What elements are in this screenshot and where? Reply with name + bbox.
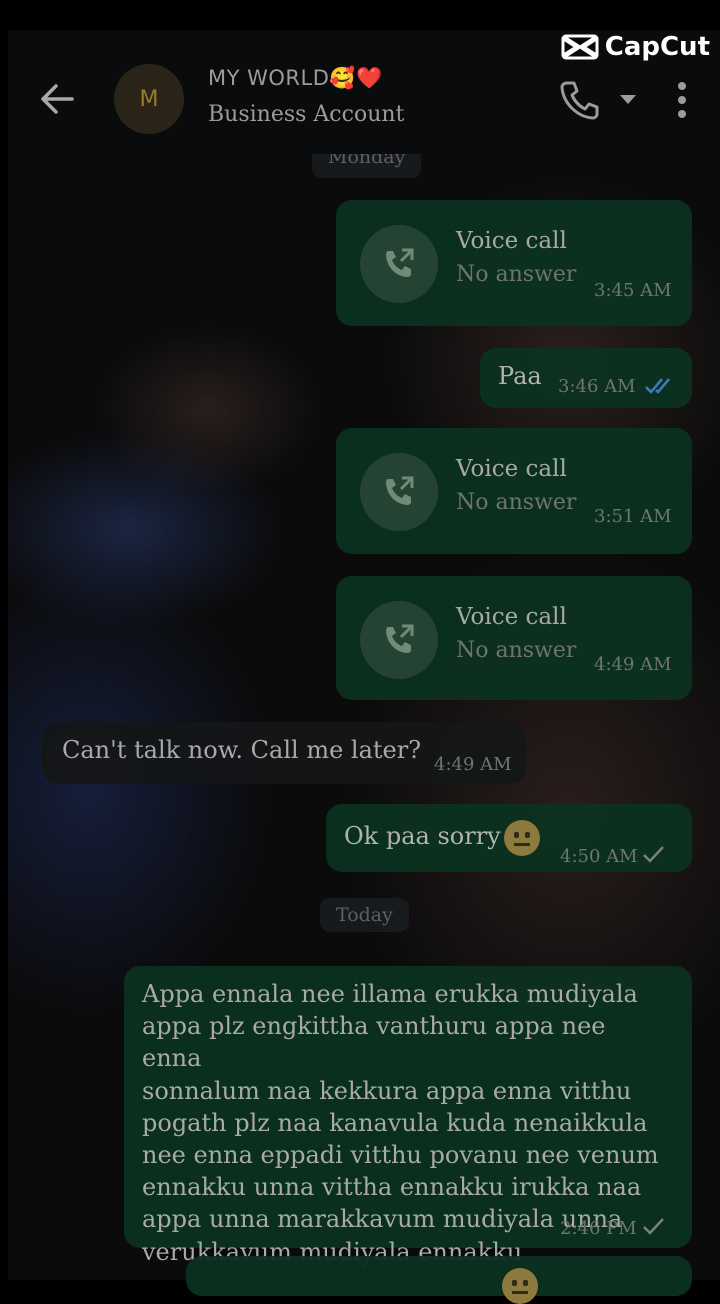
call-title: Voice call	[456, 604, 567, 630]
message-bubble-partial[interactable]	[186, 1256, 692, 1304]
message-time: 2:46 PM	[560, 1218, 637, 1239]
message-time: 3:46 AM	[558, 376, 636, 397]
message-time: 3:45 AM	[594, 280, 672, 301]
watermark-text: CapCut	[604, 32, 710, 62]
message-line: sonnalum naa kekkura appa enna vitthu	[142, 1076, 632, 1105]
back-arrow-icon[interactable]	[38, 80, 76, 118]
call-title: Voice call	[456, 228, 567, 254]
capcut-logo-icon	[561, 34, 599, 60]
message-text: Can't talk now. Call me later?	[62, 736, 422, 764]
message-line: appa plz engkittha vanthuru appa nee enn…	[142, 1012, 606, 1073]
message-bubble[interactable]: Ok paa sorry 4:50 AM	[326, 804, 692, 872]
caret-down-icon[interactable]	[618, 92, 638, 106]
date-separator-today: Today	[320, 898, 409, 932]
call-icon-circle	[360, 601, 438, 679]
message-line: pogath plz naa kanavula kuda nenaikkula	[142, 1108, 648, 1137]
voice-call-bubble[interactable]: Voice call No answer 4:49 AM	[336, 576, 692, 700]
neutral-face-icon	[502, 1268, 538, 1304]
message-line: nee enna eppadi vitthu povanu nee venum	[142, 1141, 659, 1170]
outgoing-call-icon	[386, 476, 414, 505]
message-time: 4:49 AM	[434, 754, 512, 775]
incoming-message-bubble[interactable]: Can't talk now. Call me later? 4:49 AM	[42, 722, 526, 784]
message-text: Paa	[498, 362, 542, 390]
contact-name[interactable]: MY WORLD🥰❤️	[208, 66, 383, 91]
contact-subtitle: Business Account	[208, 102, 405, 127]
neutral-face-icon	[504, 820, 540, 856]
voice-call-bubble[interactable]: Voice call No answer 3:45 AM	[336, 200, 692, 326]
message-line: Appa ennala nee illama erukka mudiyala	[142, 980, 638, 1008]
message-time: 4:49 AM	[594, 654, 672, 675]
avatar[interactable]: M	[114, 64, 184, 134]
double-check-read-icon	[645, 378, 670, 394]
outgoing-call-icon	[386, 624, 414, 653]
voice-call-bubble[interactable]: Voice call No answer 3:51 AM	[336, 428, 692, 554]
call-status: No answer	[456, 490, 577, 515]
message-time: 3:51 AM	[594, 506, 672, 527]
single-check-icon	[643, 846, 664, 863]
message-bubble[interactable]: Appa ennala nee illama erukka mudiyala a…	[124, 966, 692, 1266]
call-title: Voice call	[456, 456, 567, 482]
more-vertical-icon[interactable]	[674, 80, 690, 120]
capcut-watermark: CapCut	[561, 32, 710, 62]
message-time: 4:50 AM	[560, 846, 638, 867]
call-icon-circle	[360, 453, 438, 531]
phone-icon[interactable]	[558, 78, 602, 122]
message-line: ennakku unna vittha ennakku irukka naa	[142, 1173, 642, 1202]
single-check-icon	[643, 1218, 664, 1235]
message-bubble[interactable]: Paa 3:46 AM	[480, 348, 692, 408]
call-status: No answer	[456, 262, 577, 287]
message-text: Ok paa sorry	[344, 822, 501, 850]
call-status: No answer	[456, 638, 577, 663]
call-icon-circle	[360, 225, 438, 303]
status-bar	[0, 0, 720, 30]
outgoing-call-icon	[386, 248, 414, 277]
